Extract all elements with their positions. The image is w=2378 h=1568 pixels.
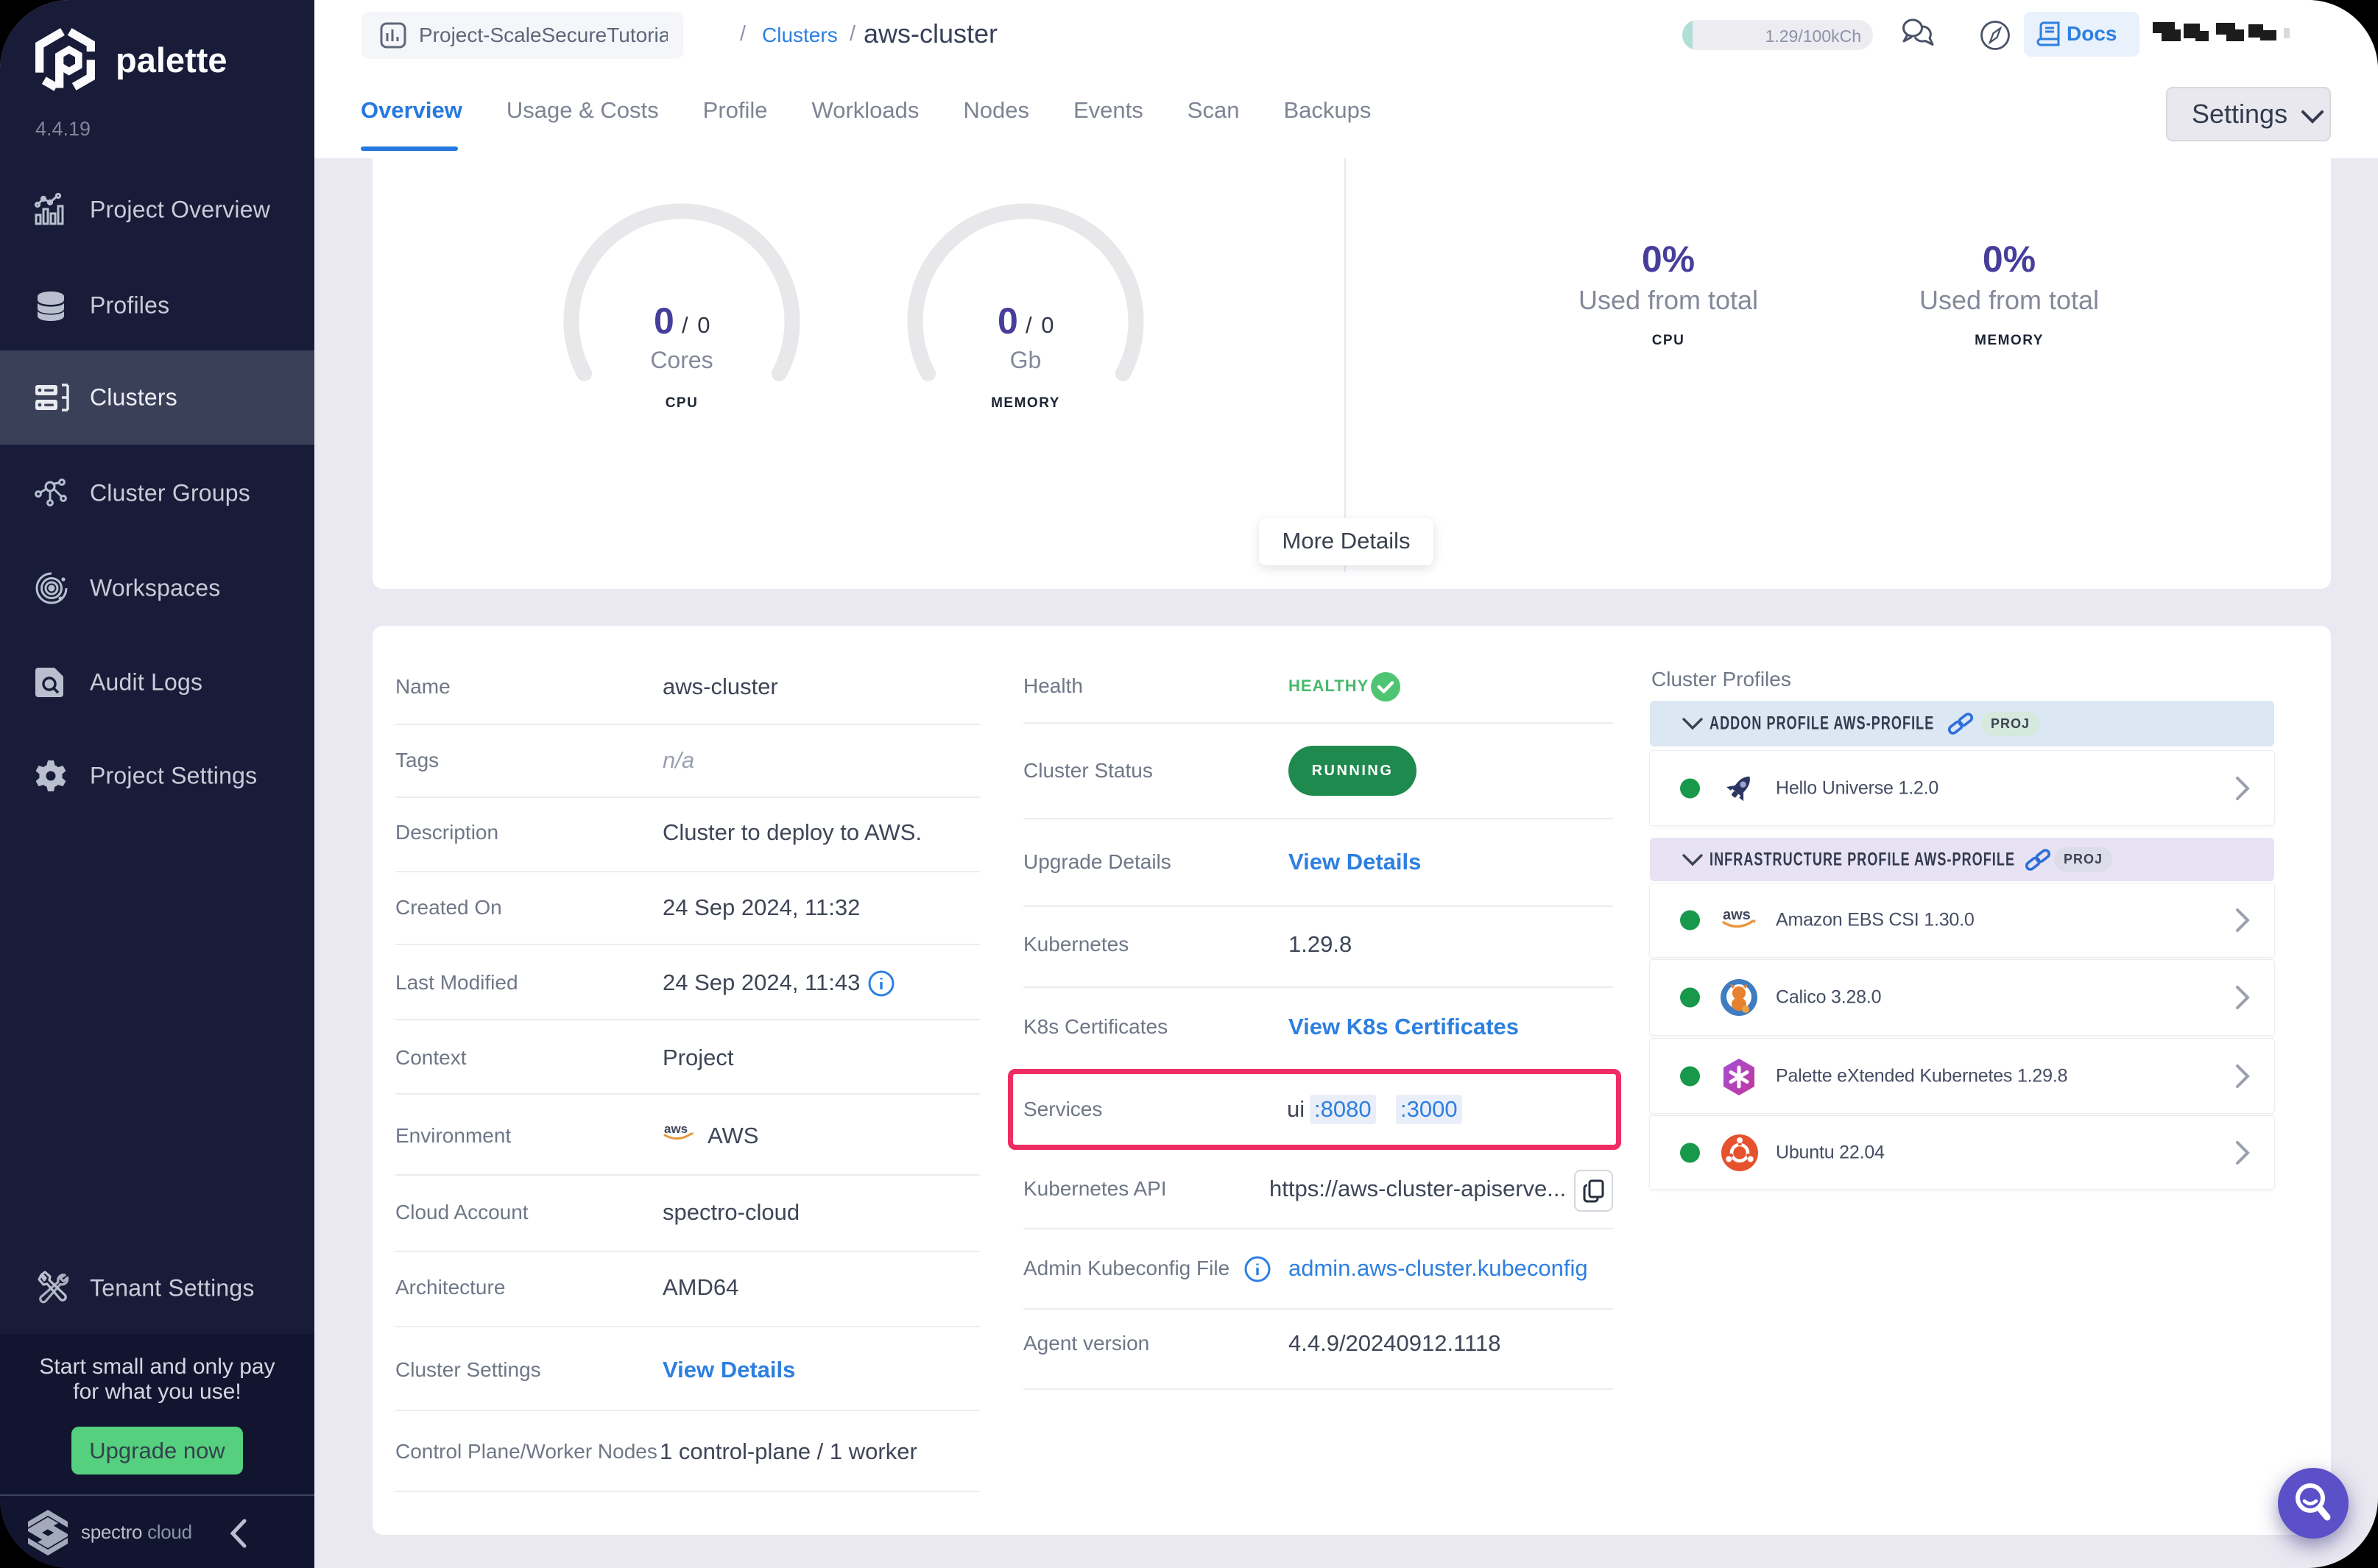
svg-text:aws: aws: [1723, 907, 1751, 923]
svg-text:aws: aws: [664, 1122, 688, 1136]
